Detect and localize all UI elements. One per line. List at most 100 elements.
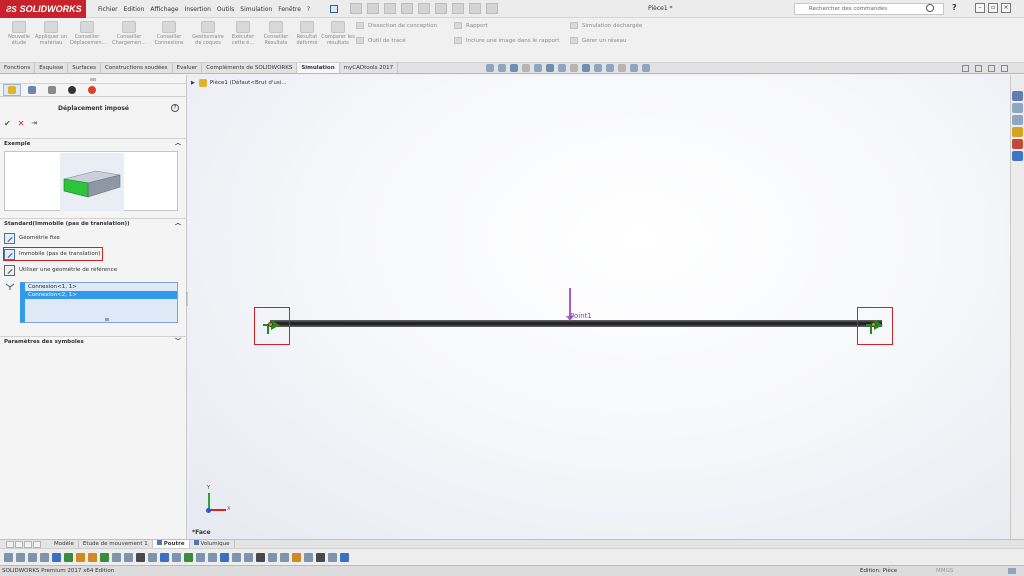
- help-icon[interactable]: ?: [952, 3, 957, 12]
- expand-arrow-icon[interactable]: ▶: [191, 80, 195, 86]
- display-plot-icon[interactable]: [606, 64, 614, 72]
- pin-menu-icon[interactable]: [330, 5, 338, 13]
- option-reference-geometry[interactable]: Utiliser une géométrie de référence: [4, 264, 117, 276]
- help-circle-icon[interactable]: ?: [171, 104, 179, 112]
- probe-tool-icon[interactable]: [148, 552, 157, 562]
- study-tool-icon[interactable]: [16, 552, 25, 562]
- chevron-down-icon[interactable]: ﹀: [175, 337, 181, 347]
- load-advisor-button[interactable]: Conseiller Chargemen...: [112, 21, 146, 46]
- resources-icon[interactable]: [1012, 103, 1023, 113]
- contact-tool-icon[interactable]: [256, 552, 265, 562]
- split-view-icon[interactable]: [962, 65, 969, 72]
- open-file-icon[interactable]: [367, 3, 379, 14]
- list-item[interactable]: Connexion<1, 1>: [25, 283, 177, 291]
- filter-tool-icon[interactable]: [28, 552, 37, 562]
- hide-show-icon[interactable]: [558, 64, 566, 72]
- cube-view-icon[interactable]: [618, 64, 626, 72]
- previous-view-icon[interactable]: [510, 64, 518, 72]
- last-tab-icon[interactable]: [33, 541, 41, 548]
- animate-icon[interactable]: [184, 552, 193, 562]
- rebuild-icon[interactable]: [452, 3, 464, 14]
- minimize-icon[interactable]: –: [975, 3, 985, 13]
- design-check-icon[interactable]: [304, 552, 313, 562]
- tab-configuration-manager[interactable]: [43, 84, 61, 96]
- plot-tool-button[interactable]: Outil de tracé: [356, 37, 406, 44]
- tab-display-manager[interactable]: [83, 84, 101, 96]
- connector-tool-icon[interactable]: [268, 552, 277, 562]
- shell-tool-icon[interactable]: [244, 552, 253, 562]
- appearances-icon[interactable]: [1012, 139, 1023, 149]
- fixture-advisor-button[interactable]: Conseiller Déplacemen...: [70, 21, 106, 46]
- thermal-tool-icon[interactable]: [292, 552, 301, 562]
- tab-model[interactable]: Modèle: [50, 540, 79, 548]
- beam-tool-icon[interactable]: [220, 552, 229, 562]
- unit-system[interactable]: MMGS: [936, 566, 953, 576]
- color-options-icon[interactable]: [630, 64, 638, 72]
- home-icon[interactable]: [1012, 91, 1023, 101]
- joint-tool-icon[interactable]: [232, 552, 241, 562]
- point-label[interactable]: Point1: [570, 312, 592, 320]
- cancel-x-icon[interactable]: ✕: [18, 119, 25, 128]
- menu-view[interactable]: Affichage: [150, 6, 178, 13]
- report-tool-icon[interactable]: [208, 552, 217, 562]
- apply-material-button[interactable]: Appliquer un matériau: [34, 21, 68, 46]
- zoom-fit-icon[interactable]: [486, 64, 494, 72]
- plot-tool-icon[interactable]: [136, 552, 145, 562]
- menu-simulation[interactable]: Simulation: [240, 6, 272, 13]
- example-section-header[interactable]: Exemple ︿: [0, 138, 187, 149]
- tab-beam-study[interactable]: Poutre: [152, 540, 190, 548]
- custom-properties-icon[interactable]: [1012, 151, 1023, 161]
- connection-advisor-button[interactable]: Conseiller Connexions: [152, 21, 186, 46]
- chevron-up-icon[interactable]: ︿: [175, 219, 181, 229]
- run-study-button[interactable]: Exécuter cette é...: [226, 21, 260, 46]
- standard-section-header[interactable]: Standard(Immobile (pas de translation)) …: [0, 218, 187, 229]
- menu-help[interactable]: ?: [307, 6, 310, 13]
- design-library-icon[interactable]: [1012, 115, 1023, 125]
- restore-icon[interactable]: ▫: [988, 3, 998, 13]
- copy-tool-icon[interactable]: [40, 552, 49, 562]
- list-item[interactable]: Connexion<2, 1>: [25, 291, 177, 299]
- include-image-button[interactable]: Inclure une image dans le rapport: [454, 37, 559, 44]
- new-file-icon[interactable]: [350, 3, 362, 14]
- fixture-tool-icon[interactable]: [64, 552, 73, 562]
- compare-results-button[interactable]: Comparer les résultats: [321, 21, 355, 46]
- tab-weldments[interactable]: Constructions soudées: [101, 63, 173, 73]
- view-settings-icon[interactable]: [594, 64, 602, 72]
- option-immovable[interactable]: Immobile (pas de translation): [2, 247, 104, 261]
- search-icon[interactable]: [926, 4, 934, 12]
- command-search-input[interactable]: Rechercher des commandes: [794, 3, 944, 15]
- compare-tool-icon[interactable]: [196, 552, 205, 562]
- solidworks-logo[interactable]: ƧS SOLIDWORKS: [0, 0, 86, 18]
- beam-body[interactable]: [270, 320, 882, 327]
- report-button[interactable]: Rapport: [454, 22, 488, 29]
- force-tool-icon[interactable]: [88, 552, 97, 562]
- menu-tools[interactable]: Outils: [217, 6, 234, 13]
- options-gear-icon[interactable]: [486, 3, 498, 14]
- deformed-result-button[interactable]: Résultat déformé: [290, 21, 324, 46]
- status-options-icon[interactable]: [1008, 568, 1016, 574]
- prev-tab-icon[interactable]: [15, 541, 23, 548]
- zoom-area-icon[interactable]: [498, 64, 506, 72]
- viewport-close-icon[interactable]: [1001, 65, 1008, 72]
- chevron-up-icon[interactable]: ︿: [175, 139, 181, 149]
- select-icon[interactable]: [435, 3, 447, 14]
- close-icon[interactable]: ×: [1001, 3, 1011, 13]
- file-explorer-icon[interactable]: [1012, 127, 1023, 137]
- ok-check-icon[interactable]: ✔: [4, 119, 11, 128]
- tab-dimxpert[interactable]: [63, 84, 81, 96]
- tab-sketch[interactable]: Esquisse: [35, 63, 69, 73]
- new-study-button[interactable]: Nouvelle étude: [2, 21, 36, 46]
- design-insight-button[interactable]: Dissection de conception: [356, 22, 437, 29]
- feature-tree-flyout[interactable]: ▶ Pièce1 (Défaut<Brut d'usi...: [191, 79, 287, 87]
- manage-network-button[interactable]: Gérer un réseau: [570, 37, 627, 44]
- tab-motion-study[interactable]: Etude de mouvement 1: [79, 540, 153, 548]
- camera-icon[interactable]: [642, 64, 650, 72]
- tab-features[interactable]: Fonctions: [0, 63, 36, 73]
- first-tab-icon[interactable]: [6, 541, 14, 548]
- section-view-icon[interactable]: [522, 64, 530, 72]
- results-advisor-button[interactable]: Conseiller Résultats: [259, 21, 293, 46]
- tab-evaluate[interactable]: Evaluer: [173, 63, 203, 73]
- gravity-tool-icon[interactable]: [100, 552, 109, 562]
- view-orientation-icon[interactable]: [534, 64, 542, 72]
- option-fixed-geometry[interactable]: Géométrie fixe: [4, 232, 60, 244]
